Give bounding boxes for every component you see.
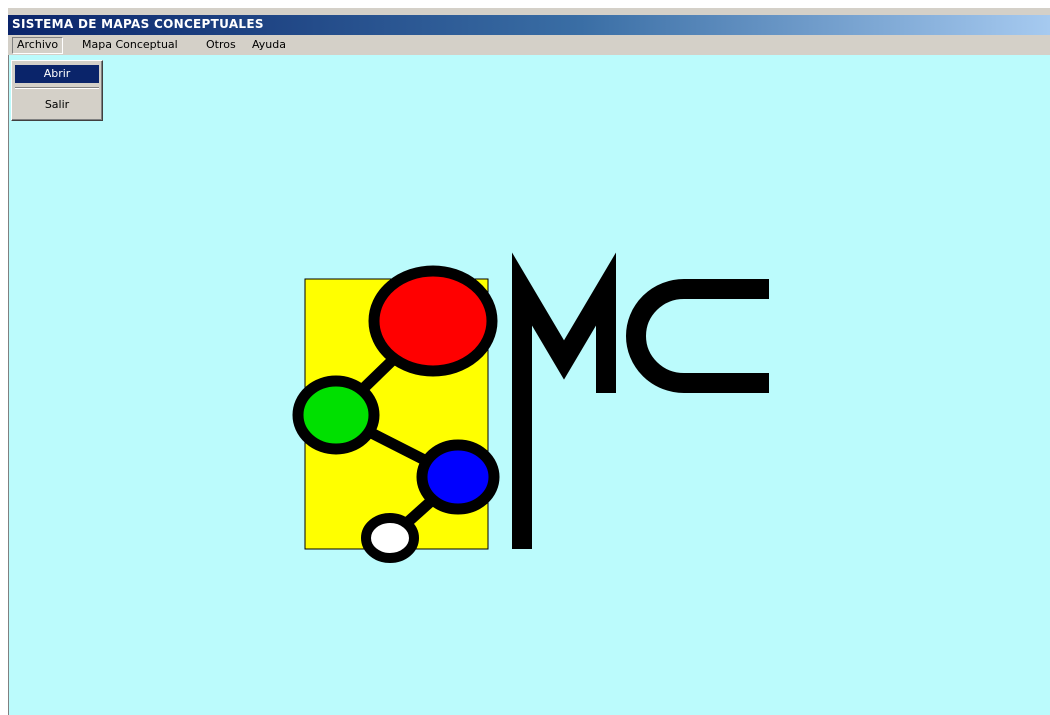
menu-separator [15,87,99,89]
logo-node-blue [416,439,500,515]
logo-node-green [292,375,380,455]
logo-letters-mc [512,252,769,549]
menu-item-salir[interactable]: Salir [15,96,99,114]
logo-node-white [361,513,419,563]
logo-letter-c [626,279,769,393]
application-window: SISTEMA DE MAPAS CONCEPTUALES Archivo Ma… [8,8,1050,715]
mc-logo [292,252,769,563]
archivo-dropdown-menu: Abrir Salir [11,60,103,121]
logo-letter-m [512,252,616,549]
menu-item-abrir[interactable]: Abrir [15,65,99,83]
logo-node-red [368,265,498,377]
